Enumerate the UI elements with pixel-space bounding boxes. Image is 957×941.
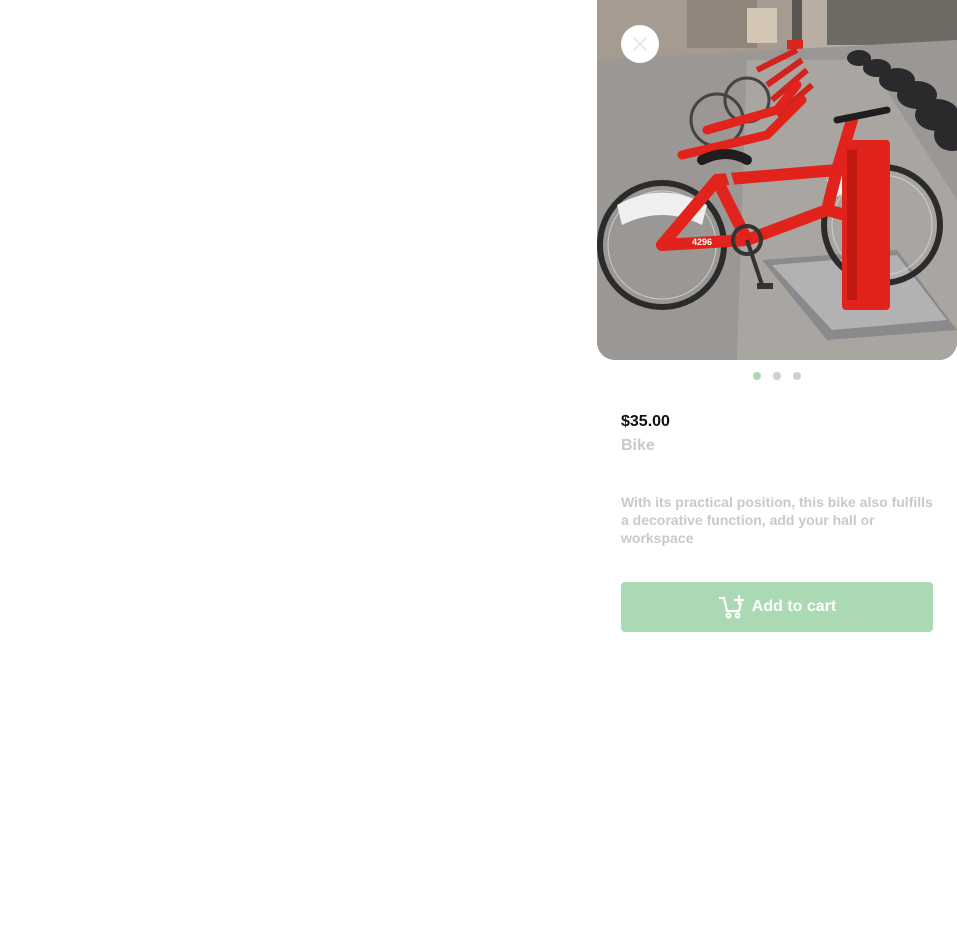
svg-text:4296: 4296 [692,237,712,247]
carousel-dot-3[interactable] [793,372,801,380]
carousel-dot-1[interactable] [753,372,761,380]
close-button[interactable] [621,25,659,63]
product-image: 4296 [597,0,957,360]
carousel-dot-2[interactable] [773,372,781,380]
product-detail-panel: 4296 $35.00 Bike With its practical posi… [597,0,957,941]
close-icon [633,37,647,51]
carousel-indicators [597,372,957,380]
product-price: $35.00 [621,413,670,430]
add-to-cart-label: Add to cart [751,598,837,615]
add-to-cart-button[interactable]: Add to cart [621,582,933,632]
product-name: Bike [621,437,655,454]
cart-plus-icon [718,594,744,619]
product-description: With its practical position, this bike a… [621,494,933,546]
